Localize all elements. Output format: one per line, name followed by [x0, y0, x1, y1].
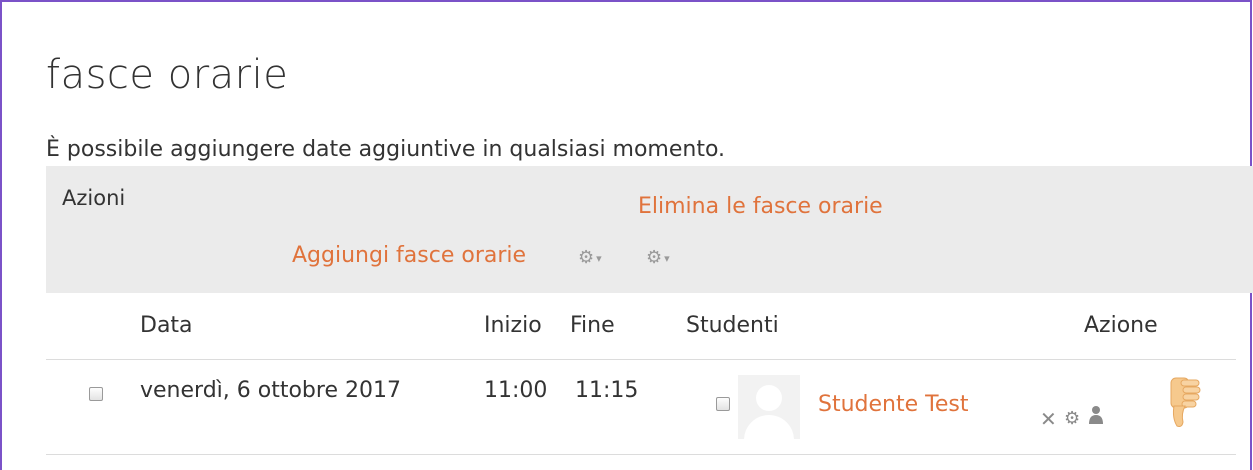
actions-title: Azioni	[62, 186, 126, 210]
thumbs-down-icon[interactable]	[1168, 374, 1204, 430]
gear-icon[interactable]: ⚙	[1064, 408, 1080, 429]
add-slots-link[interactable]: Aggiungi fasce orarie	[292, 243, 526, 268]
column-header-studenti: Studenti	[686, 313, 779, 338]
row-select-checkbox[interactable]	[89, 387, 103, 401]
avatar	[738, 375, 800, 439]
table-row: venerdì, 6 ottobre 2017 11:00 11:15 Stud…	[46, 360, 1236, 455]
user-icon[interactable]	[1088, 404, 1104, 426]
slot-end-time: 11:15	[575, 378, 639, 403]
caret-down-icon: ▾	[664, 251, 670, 265]
page-title: fasce orarie	[46, 52, 289, 98]
caret-down-icon: ▾	[596, 251, 602, 265]
info-note: È possibile aggiungere date aggiuntive i…	[46, 137, 726, 162]
column-header-fine: Fine	[570, 313, 615, 338]
delete-slots-link[interactable]: Elimina le fasce orarie	[638, 194, 883, 219]
student-name-link[interactable]: Studente Test	[818, 392, 968, 417]
delete-icon[interactable]: ✕	[1040, 407, 1057, 431]
slot-date: venerdì, 6 ottobre 2017	[140, 378, 401, 403]
student-select-checkbox[interactable]	[716, 397, 730, 411]
slot-start-time: 11:00	[484, 378, 548, 403]
gear-icon: ⚙	[646, 247, 663, 268]
options-gear-menu[interactable]: ⚙ ▾	[646, 247, 670, 268]
gear-icon: ⚙	[578, 247, 595, 268]
actions-panel: Azioni Elimina le fasce orarie Aggiungi …	[46, 166, 1253, 293]
add-slots-gear-menu[interactable]: ⚙ ▾	[578, 247, 602, 268]
column-header-inizio: Inizio	[484, 313, 542, 338]
column-header-azione: Azione	[1084, 313, 1158, 338]
column-header-data: Data	[140, 313, 193, 338]
table-header: Data Inizio Fine Studenti Azione	[46, 293, 1236, 360]
